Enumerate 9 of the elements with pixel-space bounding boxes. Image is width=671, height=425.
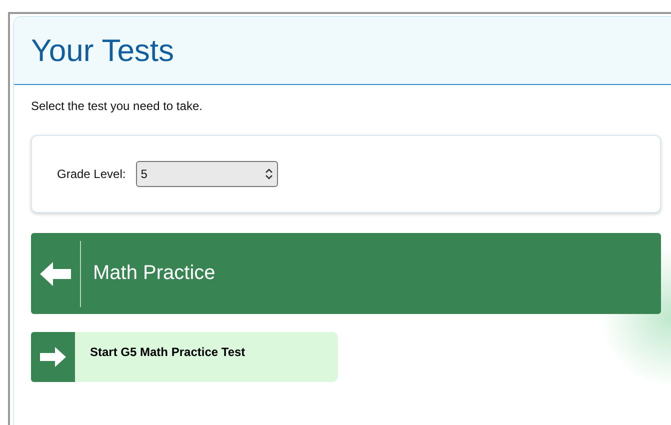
instructions-text: Select the test you need to take.	[31, 99, 204, 113]
grade-level-select[interactable]: 5	[136, 161, 278, 187]
right-arrow-icon	[40, 347, 66, 367]
left-arrow-icon	[40, 262, 71, 286]
page-title: Your Tests	[31, 32, 174, 68]
updown-caret-icon	[264, 168, 273, 180]
subject-title: Math Practice	[93, 262, 216, 285]
grade-level-label: Grade Level:	[57, 167, 126, 181]
start-test-button[interactable]: Start G5 Math Practice Test	[31, 332, 338, 382]
